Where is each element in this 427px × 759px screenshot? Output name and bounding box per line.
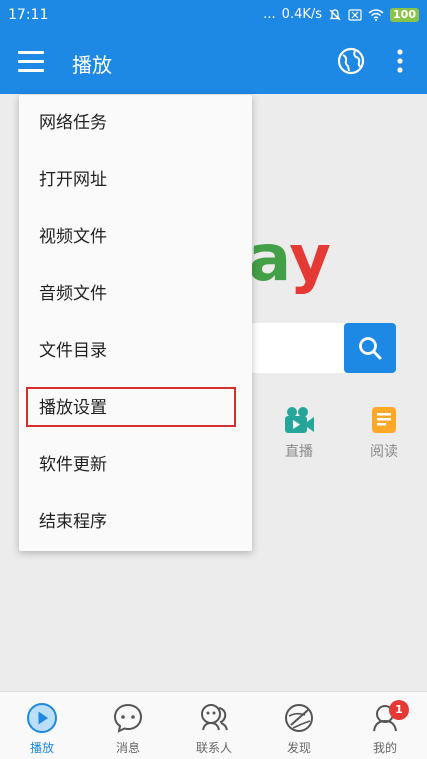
battery-indicator: 100 [390,7,419,22]
quick-link-label: 直播 [285,444,313,460]
menu-item-software-update[interactable]: 软件更新 [19,437,252,494]
app-bar: 播放 [0,30,427,94]
search-button[interactable] [344,323,396,373]
tab-label: 发现 [286,741,311,755]
dropdown-menu: 网络任务 打开网址 视频文件 音频文件 文件目录 播放设置 软件更新 结束程序 [19,95,252,551]
menu-item-audio-files[interactable]: 音频文件 [19,266,252,323]
quick-link-live[interactable]: 直播 [279,405,319,461]
bottom-nav: 播放 消息 联系人 发现 1 我的 [0,691,427,759]
quick-link-reading[interactable]: 阅读 [364,405,404,461]
tab-label: 播放 [29,741,54,755]
tab-contacts[interactable]: 联系人 [179,692,249,759]
document-icon [372,407,396,433]
status-time: 17:11 [8,7,49,23]
search-icon [359,337,382,360]
tab-label: 消息 [115,741,140,755]
tab-discover[interactable]: 发现 [264,692,334,759]
status-icons: ... 0.4K/s 100 [263,7,419,22]
more-vert-icon[interactable] [390,46,410,76]
search-input[interactable] [252,323,344,373]
tab-label: 我的 [372,741,397,755]
notification-badge: 1 [389,700,409,720]
status-bar: 17:11 ... 0.4K/s 100 [0,0,427,30]
menu-item-open-url[interactable]: 打开网址 [19,152,252,209]
menu-item-exit-program[interactable]: 结束程序 [19,494,252,551]
contacts-icon [201,704,228,731]
tab-label: 联系人 [195,741,232,755]
play-icon [27,703,57,733]
video-camera-icon [285,407,314,433]
page-title: 播放 [72,53,112,77]
menu-item-file-directory[interactable]: 文件目录 [19,323,252,380]
chat-icon [113,703,143,733]
wifi-icon [368,8,384,21]
globe-icon[interactable] [336,46,366,76]
highlight-box [26,387,236,427]
tab-play[interactable]: 播放 [7,692,77,759]
discover-icon [285,704,313,732]
sim-off-icon [348,8,362,21]
status-dots: ... [263,7,276,22]
tab-profile[interactable]: 1 我的 [350,692,420,759]
network-speed: 0.4K/s [281,7,323,22]
mute-bell-icon [329,8,341,20]
tab-messages[interactable]: 消息 [93,692,163,759]
quick-link-label: 阅读 [370,444,398,460]
app-logo: ay [248,222,331,296]
menu-item-network-tasks[interactable]: 网络任务 [19,95,252,152]
hamburger-menu-icon[interactable] [18,49,46,73]
menu-item-video-files[interactable]: 视频文件 [19,209,252,266]
